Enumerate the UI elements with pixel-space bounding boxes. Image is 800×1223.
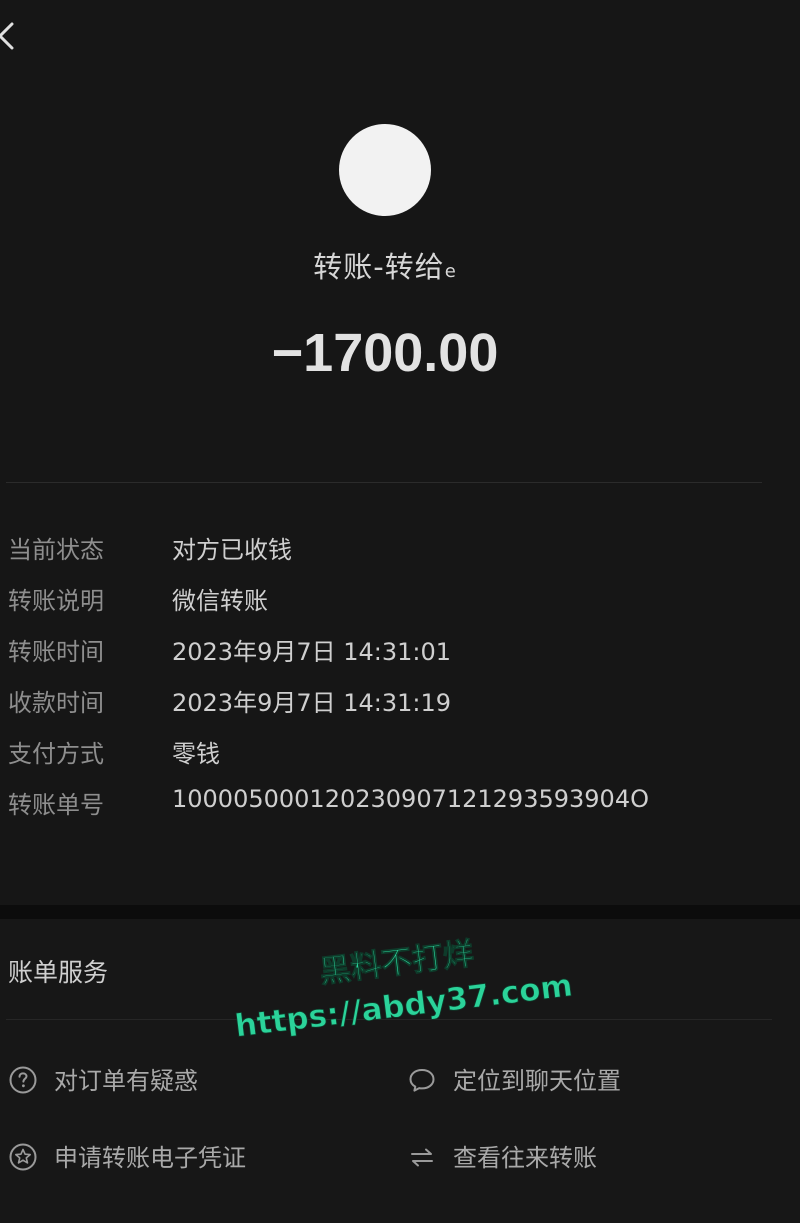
detail-row-note: 转账说明 微信转账 <box>0 581 800 621</box>
order-question-label: 对订单有疑惑 <box>54 1067 198 1095</box>
transfer-detail-panel: 转账-转给e −1700.00 当前状态 对方已收钱 转账说明 微信转账 转账时… <box>0 0 800 905</box>
detail-value: 对方已收钱 <box>172 536 292 564</box>
view-transfer-history-label: 查看往来转账 <box>453 1144 597 1172</box>
section-separator <box>0 905 800 919</box>
detail-value: 2023年9月7日 14:31:01 <box>172 638 452 666</box>
transfer-title: 转账-转给e <box>0 244 770 286</box>
detail-row-status: 当前状态 对方已收钱 <box>0 530 800 570</box>
back-arrow-icon[interactable] <box>0 18 24 54</box>
transfer-amount: −1700.00 <box>271 323 499 383</box>
divider <box>6 482 762 483</box>
detail-row-order-number: 转账单号 100005000120230907121293593904O <box>0 785 800 825</box>
detail-value: 零钱 <box>172 740 220 768</box>
bill-services-panel: 账单服务 对订单有疑惑 定位到聊天位置 申请转账电子凭证 查看往来转账 <box>0 919 800 1223</box>
swap-arrows-icon <box>411 1148 433 1167</box>
detail-value: 微信转账 <box>172 587 268 615</box>
detail-value: 2023年9月7日 14:31:19 <box>172 689 452 717</box>
services-title: 账单服务 <box>8 958 109 987</box>
detail-label: 收款时间 <box>8 689 104 717</box>
detail-label: 转账单号 <box>8 791 104 819</box>
detail-row-transfer-time: 转账时间 2023年9月7日 14:31:01 <box>0 632 800 672</box>
detail-value[interactable]: 100005000120230907121293593904O <box>172 785 649 813</box>
locate-chat-label: 定位到聊天位置 <box>453 1067 621 1095</box>
avatar[interactable] <box>339 124 431 216</box>
transfer-title-recipient: e <box>444 261 457 282</box>
question-circle-icon <box>9 1066 37 1094</box>
detail-row-payment-method: 支付方式 零钱 <box>0 734 800 774</box>
divider <box>6 1019 772 1020</box>
apply-e-voucher-label: 申请转账电子凭证 <box>54 1144 246 1172</box>
detail-label: 转账时间 <box>8 638 104 666</box>
detail-label: 当前状态 <box>8 536 104 564</box>
chat-bubble-icon <box>409 1069 435 1092</box>
detail-row-receive-time: 收款时间 2023年9月7日 14:31:19 <box>0 683 800 723</box>
detail-label: 支付方式 <box>8 740 104 768</box>
detail-label: 转账说明 <box>8 587 104 615</box>
transfer-title-text: 转账-转给 <box>313 250 445 284</box>
certificate-star-icon <box>9 1143 37 1171</box>
